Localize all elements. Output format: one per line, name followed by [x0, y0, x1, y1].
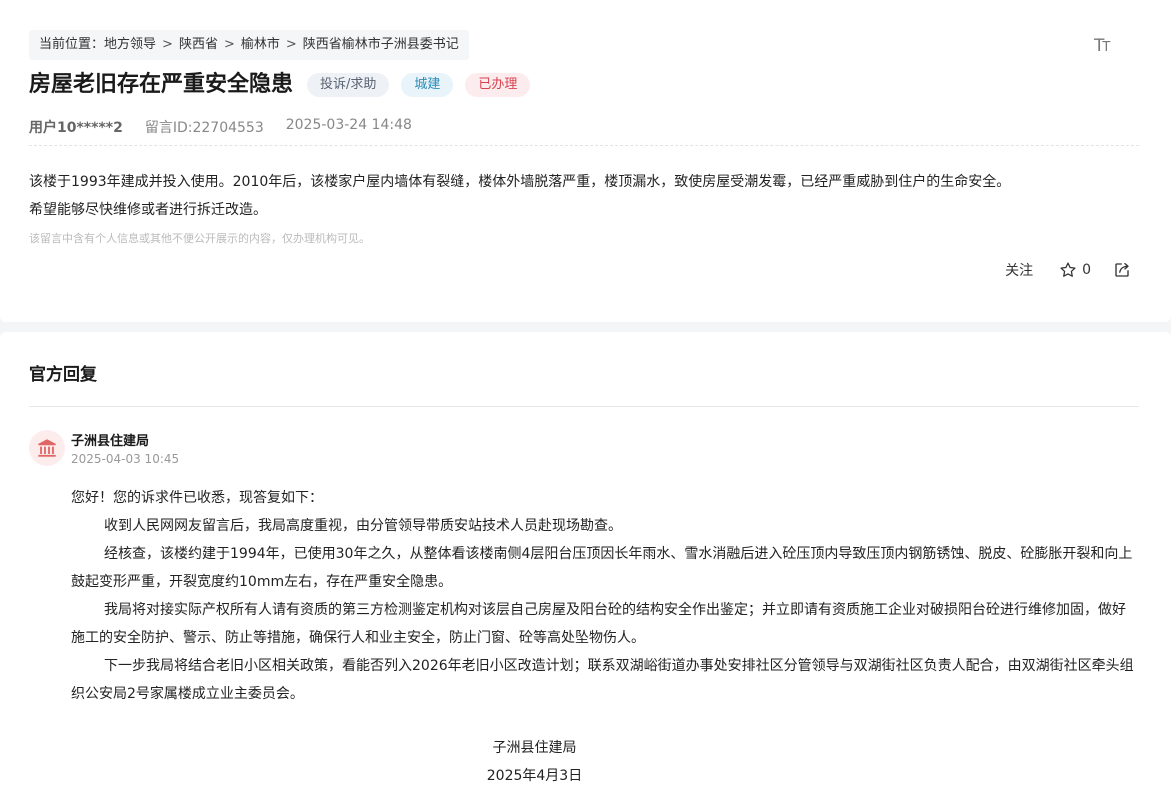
breadcrumb-item-province[interactable]: 陕西省 [179, 30, 218, 60]
follow-button[interactable]: 关注 [1005, 260, 1033, 280]
reply-time: 2025-04-03 10:45 [71, 452, 180, 466]
post-content-line: 该楼于1993年建成并投入使用。2010年后，该楼家户屋内墙体有裂缝，楼体外墙脱… [29, 174, 1011, 190]
category-tag: 投诉/求助 [307, 73, 390, 97]
reply-greeting: 您好！您的诉求件已收悉，现答复如下： [71, 490, 323, 506]
action-bar: 关注 0 [1005, 260, 1131, 280]
message-id: 留言ID:22704553 [144, 120, 264, 136]
breadcrumb: 当前位置： 地方领导 > 陕西省 > 榆林市 > 陕西省榆林市子洲县委书记 [29, 30, 469, 60]
reply-section-title: 官方回复 [29, 365, 97, 385]
divider [29, 406, 1139, 407]
field-tag: 城建 [401, 73, 454, 97]
star-icon [1060, 262, 1076, 277]
post-user: 用户10*****2 [29, 120, 123, 136]
breadcrumb-separator: > [162, 37, 173, 52]
reply-paragraph: 下一步我局将结合老旧小区相关政策，看能否列入2026年老旧小区改造计划；联系双湖… [71, 658, 1134, 702]
title-row: 房屋老旧存在严重安全隐患 投诉/求助 城建 已办理 [29, 70, 531, 100]
reply-paragraph: 收到人民网网友留言后，我局高度重视，由分管领导带质安站技术人员赴现场勘查。 [104, 518, 622, 534]
government-building-icon [38, 439, 56, 457]
star-count: 0 [1082, 262, 1091, 278]
status-badge: 已办理 [465, 73, 531, 97]
font-size-icon[interactable]: TT [1094, 36, 1116, 56]
post-content: 该楼于1993年建成并投入使用。2010年后，该楼家户屋内墙体有裂缝，楼体外墙脱… [29, 168, 1139, 224]
privacy-note: 该留言中含有个人信息或其他不便公开展示的内容，仅办理机构可见。 [29, 232, 370, 245]
reply-signature: 子洲县住建局 [492, 740, 577, 756]
breadcrumb-separator: > [223, 37, 235, 52]
post-meta: 用户10*****2 留言ID:22704553 2025-03-24 14:4… [29, 117, 434, 137]
reply-body: 您好！您的诉求件已收悉，现答复如下： 收到人民网网友留言后，我局高度重视，由分管… [71, 484, 1139, 708]
breadcrumb-prefix: 当前位置： [39, 37, 105, 52]
post-content-line: 希望能够尽快维修或者进行拆迁改造。 [29, 202, 267, 218]
divider [29, 145, 1139, 146]
avatar [29, 430, 65, 466]
share-icon [1115, 262, 1129, 277]
star-button[interactable]: 0 [1059, 261, 1091, 279]
breadcrumb-item-city[interactable]: 榆林市 [241, 30, 280, 60]
post-datetime: 2025-03-24 14:48 [285, 117, 412, 133]
breadcrumb-separator: > [285, 37, 297, 52]
reply-sign-date: 2025年4月3日 [486, 768, 583, 784]
reply-org-name: 子洲县住建局 [71, 434, 150, 449]
breadcrumb-item-leader[interactable]: 陕西省榆林市子洲县委书记 [303, 30, 459, 60]
font-size-small-glyph: T [1102, 40, 1110, 55]
reply-paragraph: 经核查，该楼约建于1994年，已使用30年之久，从整体看该楼南侧4层阳台压顶因长… [71, 546, 1133, 590]
reply-paragraph: 我局将对接实际产权所有人请有资质的第三方检测鉴定机构对该层自己房屋及阳台砼的结构… [71, 602, 1126, 646]
breadcrumb-item-local-leaders[interactable]: 地方领导 [104, 30, 156, 60]
share-button[interactable] [1113, 261, 1131, 279]
message-card: 当前位置： 地方领导 > 陕西省 > 榆林市 > 陕西省榆林市子洲县委书记 TT… [0, 0, 1171, 322]
page-title: 房屋老旧存在严重安全隐患 [29, 72, 294, 97]
